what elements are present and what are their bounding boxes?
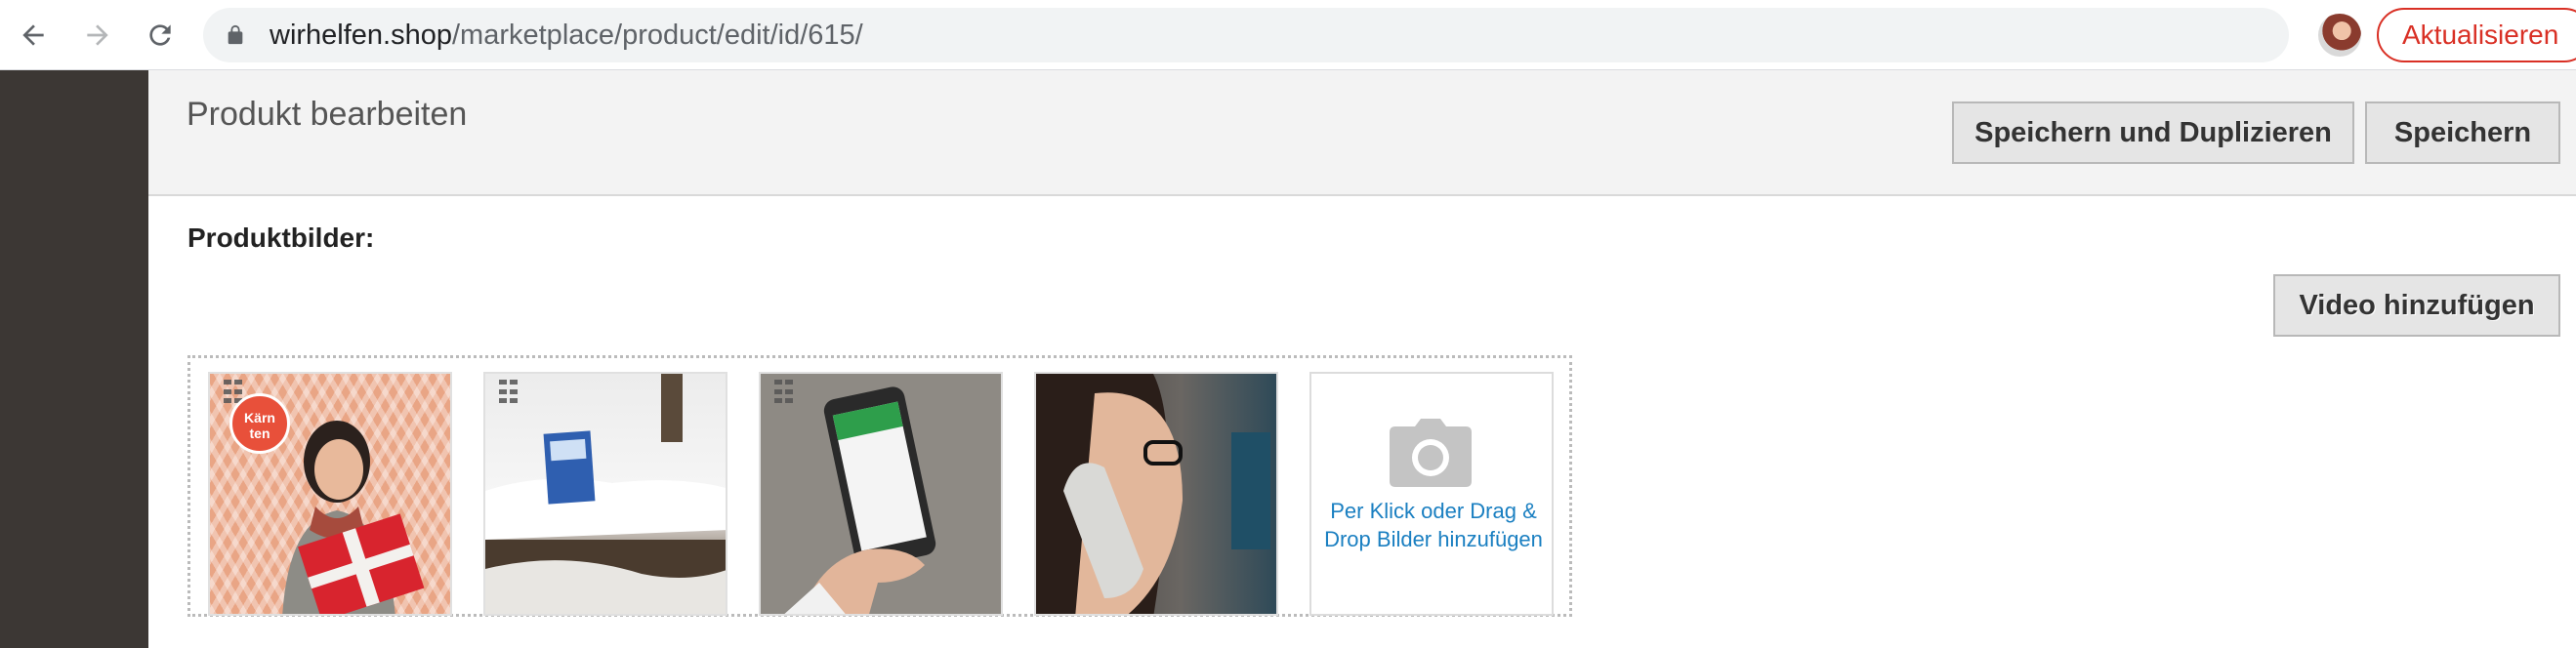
- product-image-thumb[interactable]: Kärn ten: [208, 372, 452, 616]
- product-image-thumb[interactable]: [483, 372, 727, 616]
- forward-button[interactable]: [74, 12, 121, 59]
- arrow-right-icon: [87, 24, 108, 46]
- page-title: Produkt bearbeiten: [187, 96, 468, 133]
- url-text: wirhelfen.shop/marketplace/product/edit/…: [270, 8, 863, 62]
- woman-on-phone-photo: [1036, 374, 1270, 614]
- add-video-button[interactable]: Video hinzufügen: [2273, 274, 2560, 337]
- lock-icon: [228, 24, 243, 45]
- browser-toolbar: wirhelfen.shop/marketplace/product/edit/…: [0, 0, 2576, 70]
- save-button[interactable]: Speichern: [2365, 101, 2560, 164]
- back-button[interactable]: [10, 12, 57, 59]
- left-sidebar: [0, 70, 148, 648]
- reload-button[interactable]: [137, 12, 184, 59]
- product-images-label: Produktbilder:: [187, 223, 375, 253]
- profile-avatar[interactable]: [2318, 14, 2361, 57]
- product-image-thumb[interactable]: [1034, 372, 1278, 616]
- reload-icon: [149, 24, 171, 46]
- smartphone-dialer-photo: [784, 386, 936, 614]
- save-and-duplicate-button[interactable]: Speichern und Duplizieren: [1952, 101, 2354, 164]
- image-gallery: Kärn ten Per Klick oder Drag & Drop Bild…: [187, 355, 1572, 617]
- update-button[interactable]: Aktualisieren: [2377, 8, 2576, 62]
- url-domain: wirhelfen.shop: [270, 20, 452, 51]
- address-bar[interactable]: wirhelfen.shop/marketplace/product/edit/…: [203, 8, 2466, 62]
- page-header: Produkt bearbeiten Speichern und Duplizi…: [148, 70, 2576, 196]
- upload-hint: Per Klick oder Drag & Drop Bilder hinzuf…: [1324, 499, 1543, 551]
- camera-icon: [1390, 419, 1472, 487]
- product-image-thumb[interactable]: [759, 372, 1003, 616]
- snowy-bench-photo: [485, 374, 726, 614]
- arrow-left-icon: [22, 24, 44, 46]
- woman-with-gift-photo: [282, 421, 425, 614]
- image-upload-dropzone[interactable]: Per Klick oder Drag & Drop Bilder hinzuf…: [1309, 372, 1554, 616]
- url-path: /marketplace/product/edit/id/615/: [452, 20, 863, 51]
